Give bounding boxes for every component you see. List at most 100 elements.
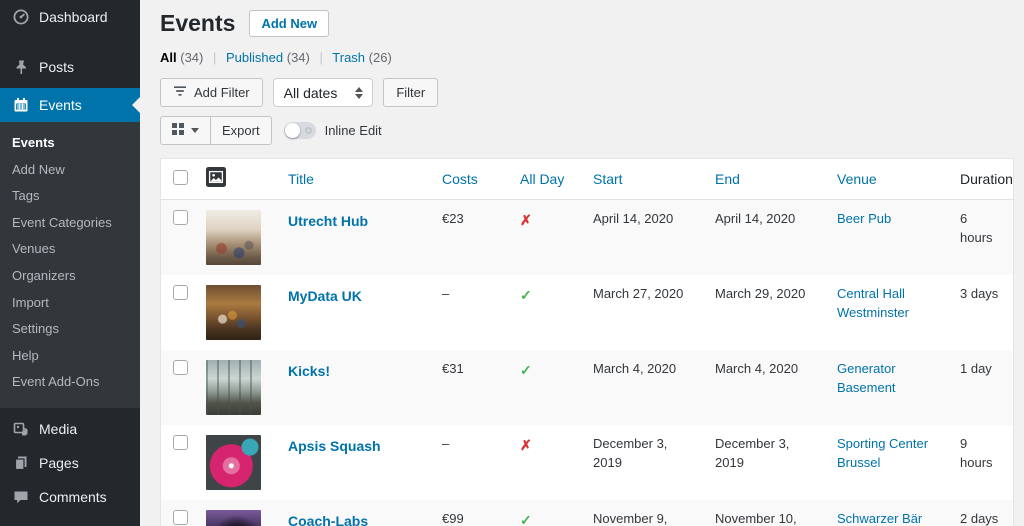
venue-link[interactable]: Schwarzer Bär [837,511,922,526]
view-trash-link[interactable]: Trash [332,50,365,65]
submenu-item-settings[interactable]: Settings [0,316,140,343]
add-filter-label: Add Filter [194,85,250,100]
column-header-duration: Duration [950,159,1013,200]
submenu-item-events[interactable]: Events [0,130,140,157]
column-header-costs[interactable]: Costs [432,159,510,200]
events-submenu: Events Add New Tags Event Categories Ven… [0,122,140,408]
submenu-item-add-new[interactable]: Add New [0,157,140,184]
row-checkbox[interactable] [173,435,188,450]
event-title-link[interactable]: Utrecht Hub [288,210,368,231]
dates-select[interactable]: All dates [273,78,374,107]
sidebar-item-events[interactable]: Events [0,88,140,122]
submenu-item-import[interactable]: Import [0,290,140,317]
view-separator: | [314,50,329,65]
filter-toolbar: Add Filter All dates Filter [160,78,1014,107]
all-day-indicator: ✓ [520,287,532,303]
event-thumbnail[interactable] [206,210,261,265]
view-published-count: (34) [287,50,310,65]
table-row: MyData UK – ✓ March 27, 2020 March 29, 2… [161,275,1013,350]
image-icon [206,174,226,190]
table-header-row: Title Costs All Day Start End Venue Dura… [161,159,1013,200]
column-header-start[interactable]: Start [583,159,705,200]
venue-link[interactable]: Beer Pub [837,211,891,226]
export-button[interactable]: Export [210,117,271,144]
export-button-group: Export [160,116,272,145]
sidebar-item-pages[interactable]: Pages [0,446,140,480]
column-picker-button[interactable] [161,117,210,144]
events-admin-page: Events Add New All (34) | Published (34)… [140,0,1024,526]
event-end-date: April 14, 2020 [705,200,827,276]
event-start-date: November 9, 2019 [583,500,705,526]
event-thumbnail[interactable] [206,360,261,415]
event-costs: €23 [432,200,510,276]
row-checkbox[interactable] [173,210,188,225]
venue-link[interactable]: Central Hall Westminster [837,286,909,320]
submenu-item-help[interactable]: Help [0,343,140,370]
calendar-icon [11,96,30,114]
event-start-date: March 4, 2020 [583,350,705,425]
event-title-link[interactable]: Coach-Labs [288,510,368,526]
event-thumbnail[interactable] [206,435,261,490]
add-new-button[interactable]: Add New [249,10,329,37]
sidebar-item-dashboard[interactable]: Dashboard [0,0,140,34]
event-end-date: November 10, 2019 [705,500,827,526]
submenu-item-venues[interactable]: Venues [0,236,140,263]
page-title: Events [160,10,235,37]
admin-sidebar: Dashboard Posts Events Events Add New Ta… [0,0,140,526]
toggle-knob [285,123,300,138]
sidebar-item-label: Posts [39,59,74,75]
pushpin-icon [11,58,30,76]
column-header-end[interactable]: End [705,159,827,200]
event-duration: 9 hours [950,425,1013,500]
inline-edit-toggle[interactable] [284,122,316,139]
event-start-date: March 27, 2020 [583,275,705,350]
event-end-date: December 3, 2019 [705,425,827,500]
view-published-link[interactable]: Published [226,50,283,65]
event-title-link[interactable]: Apsis Squash [288,435,381,456]
add-filter-button[interactable]: Add Filter [160,78,263,107]
pages-icon [11,454,30,472]
event-costs: – [432,275,510,350]
venue-link[interactable]: Sporting Center Brussel [837,436,928,470]
submenu-item-organizers[interactable]: Organizers [0,263,140,290]
submenu-item-event-add-ons[interactable]: Event Add-Ons [0,369,140,396]
sidebar-item-comments[interactable]: Comments [0,480,140,514]
filter-button[interactable]: Filter [383,78,438,107]
submenu-item-event-categories[interactable]: Event Categories [0,210,140,237]
table-row: Coach-Labs €99 ✓ November 9, 2019 Novemb… [161,500,1013,526]
list-actions-toolbar: Export Inline Edit [160,116,1014,145]
column-header-all-day[interactable]: All Day [510,159,583,200]
event-duration: 3 days [950,275,1013,350]
table-row: Utrecht Hub €23 ✗ April 14, 2020 April 1… [161,200,1013,276]
event-title-link[interactable]: MyData UK [288,285,362,306]
sidebar-item-label: Dashboard [39,9,108,25]
all-day-indicator: ✓ [520,362,532,378]
event-thumbnail[interactable] [206,510,261,526]
venue-link[interactable]: Generator Basement [837,361,896,395]
view-filter-links: All (34) | Published (34) | Trash (26) [160,50,1014,65]
column-header-title[interactable]: Title [278,159,432,200]
inline-edit-label: Inline Edit [325,123,382,138]
event-title-link[interactable]: Kicks! [288,360,330,381]
column-header-venue[interactable]: Venue [827,159,950,200]
sidebar-item-posts[interactable]: Posts [0,50,140,84]
sidebar-item-media[interactable]: Media [0,412,140,446]
grid-icon [172,123,185,139]
row-checkbox[interactable] [173,510,188,525]
view-all-count: (34) [180,50,203,65]
event-thumbnail[interactable] [206,285,261,340]
sidebar-item-label: Comments [39,489,107,505]
view-all-link[interactable]: All [160,50,177,65]
row-checkbox[interactable] [173,285,188,300]
submenu-item-tags[interactable]: Tags [0,183,140,210]
event-duration: 2 days [950,500,1013,526]
event-costs: €31 [432,350,510,425]
chevron-down-icon [191,128,199,133]
all-day-indicator: ✗ [520,212,532,228]
select-all-checkbox[interactable] [173,170,188,185]
row-checkbox[interactable] [173,360,188,375]
all-day-indicator: ✗ [520,437,532,453]
featured-image-column-header [196,159,278,200]
sidebar-item-label: Media [39,421,77,437]
event-duration: 6 hours [950,200,1013,276]
